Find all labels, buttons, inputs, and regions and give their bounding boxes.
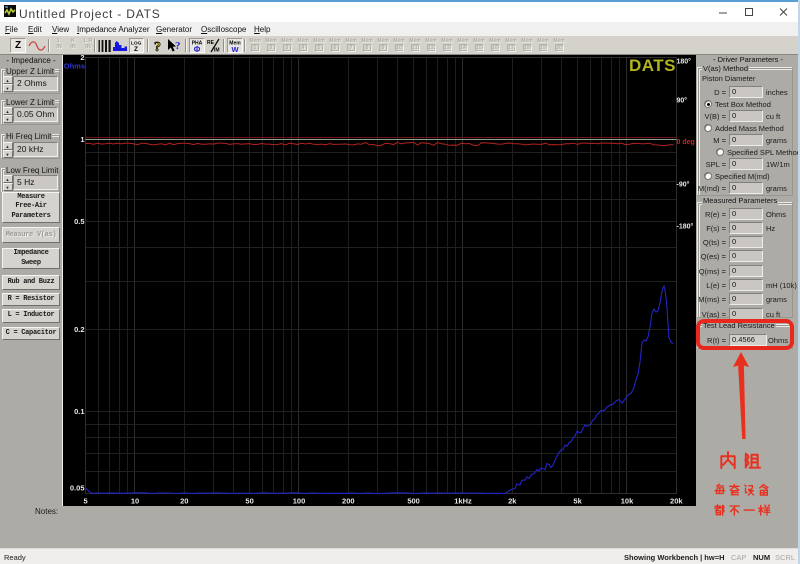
svg-text:?: ? (175, 40, 181, 52)
svg-text:Z: Z (134, 46, 138, 52)
svg-text:5k: 5k (573, 497, 582, 506)
svg-text:50: 50 (245, 497, 253, 506)
svg-text:500: 500 (407, 497, 420, 506)
svg-text:DATS: DATS (629, 56, 676, 75)
svg-text:-180°: -180° (677, 223, 694, 231)
svg-text:1kHz: 1kHz (454, 497, 472, 506)
svg-text:IM: IM (214, 48, 220, 54)
svg-text:W: W (231, 45, 239, 52)
svg-text:0.5: 0.5 (74, 217, 84, 226)
svg-text:0.1: 0.1 (74, 407, 84, 416)
svg-text:2k: 2k (508, 497, 517, 506)
svg-text:0 deg: 0 deg (677, 139, 695, 146)
svg-text:180°: 180° (677, 58, 692, 66)
svg-text:0.05: 0.05 (70, 484, 85, 493)
svg-text:100: 100 (293, 497, 306, 506)
svg-text:200: 200 (342, 497, 355, 506)
svg-text:Ohms: Ohms (64, 62, 85, 71)
svg-text:Φ: Φ (194, 45, 201, 52)
svg-text:?: ? (154, 40, 161, 54)
svg-text:-90°: -90° (677, 181, 690, 189)
svg-text:20: 20 (180, 497, 188, 506)
svg-text:10k: 10k (621, 497, 634, 506)
svg-text:RE: RE (207, 40, 215, 46)
svg-text:1: 1 (80, 135, 84, 144)
svg-text:10: 10 (131, 497, 139, 506)
svg-text:90°: 90° (677, 97, 688, 105)
svg-text:5: 5 (84, 497, 88, 506)
svg-text:20k: 20k (670, 497, 683, 506)
svg-text:0.2: 0.2 (74, 325, 84, 334)
